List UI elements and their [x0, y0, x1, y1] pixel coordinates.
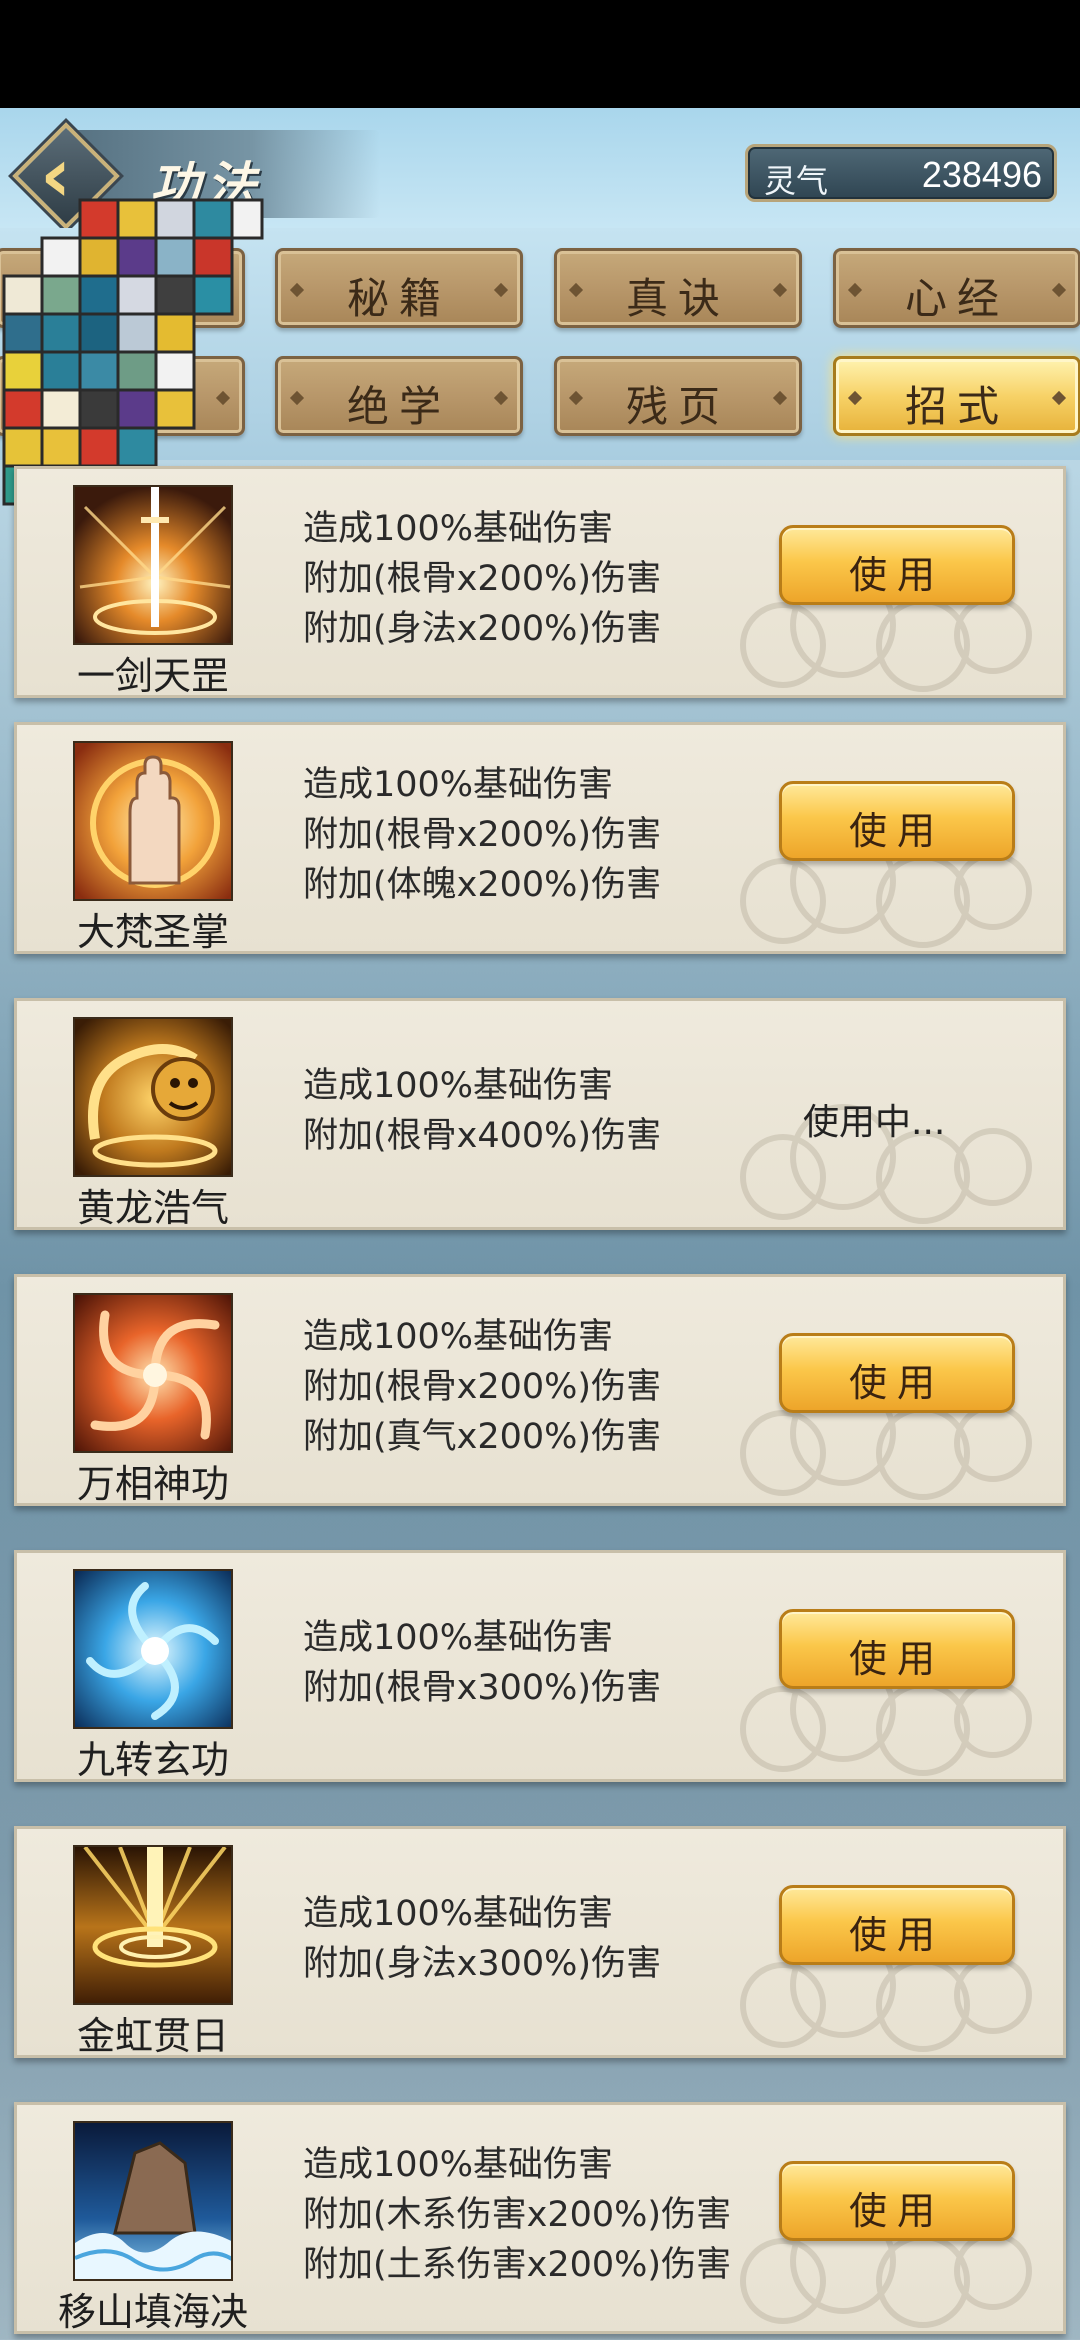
dragon-icon — [73, 1017, 233, 1177]
use-button[interactable]: 使用 — [779, 781, 1015, 861]
golden-beam-icon — [73, 1845, 233, 2005]
use-button[interactable]: 使用 — [779, 1333, 1015, 1413]
skill-description: 造成100%基础伤害 附加(根骨x200%)伤害 附加(真气x200%)伤害 — [303, 1277, 783, 1497]
description-line: 附加(土系伤害x200%)伤害 — [303, 2245, 732, 2285]
description-line: 造成100%基础伤害 — [303, 1618, 614, 1658]
skill-card: 金虹贯日 造成100%基础伤害 附加(身法x300%)伤害 使用 — [14, 1826, 1066, 2058]
description-line: 附加(木系伤害x200%)伤害 — [303, 2195, 732, 2235]
description-line: 附加(根骨x300%)伤害 — [303, 1668, 662, 1708]
mountain-wave-icon — [73, 2121, 233, 2281]
description-line: 造成100%基础伤害 — [303, 1894, 614, 1934]
skill-card: 黄龙浩气 造成100%基础伤害 附加(根骨x400%)伤害 使用中... — [14, 998, 1066, 1230]
skill-card: 万相神功 造成100%基础伤害 附加(根骨x200%)伤害 附加(真气x200%… — [14, 1274, 1066, 1506]
skill-description: 造成100%基础伤害 附加(根骨x200%)伤害 附加(体魄x200%)伤害 — [303, 725, 783, 945]
skill-card: 一剑天罡 造成100%基础伤害 附加(根骨x200%)伤害 附加(身法x200%… — [14, 466, 1066, 698]
currency-display: 灵气 238496 — [745, 144, 1057, 202]
skill-name: 大梵圣掌 — [76, 910, 229, 954]
description-line: 附加(真气x200%)伤害 — [303, 1417, 662, 1457]
skill-card: 九转玄功 造成100%基础伤害 附加(根骨x300%)伤害 使用 — [14, 1550, 1066, 1782]
description-line: 造成100%基础伤害 — [303, 1317, 614, 1357]
description-line: 造成100%基础伤害 — [303, 2145, 614, 2185]
tab-label: 招式 — [904, 382, 1009, 431]
skill-description: 造成100%基础伤害 附加(根骨x200%)伤害 附加(身法x200%)伤害 — [303, 469, 783, 689]
description-line: 附加(体魄x200%)伤害 — [303, 865, 662, 905]
use-button[interactable]: 使用 — [779, 2161, 1015, 2241]
currency-label: 灵气 — [764, 162, 829, 200]
skill-name: 九转玄功 — [76, 1738, 229, 1782]
tab-miji[interactable]: 秘籍 — [275, 248, 523, 328]
description-line: 造成100%基础伤害 — [303, 1066, 614, 1106]
skill-name: 万相神功 — [76, 1462, 229, 1506]
blue-vortex-icon — [73, 1569, 233, 1729]
use-button[interactable]: 使用 — [779, 1609, 1015, 1689]
skill-name: 金虹贯日 — [76, 2014, 229, 2058]
skill-description: 造成100%基础伤害 附加(身法x300%)伤害 — [303, 1829, 783, 2049]
skill-name: 黄龙浩气 — [76, 1186, 229, 1230]
description-line: 造成100%基础伤害 — [303, 509, 614, 549]
currency-value: 238496 — [921, 154, 1042, 195]
use-button-label: 使用 — [848, 1361, 945, 1405]
use-button-label: 使用 — [848, 1913, 945, 1957]
sword-light-icon — [73, 485, 233, 645]
use-button-label: 使用 — [848, 553, 945, 597]
skill-card: 大梵圣掌 造成100%基础伤害 附加(根骨x200%)伤害 附加(体魄x200%… — [14, 722, 1066, 954]
skill-list[interactable]: 一剑天罡 造成100%基础伤害 附加(根骨x200%)伤害 附加(身法x200%… — [0, 460, 1080, 2340]
description-line: 附加(根骨x200%)伤害 — [303, 559, 662, 599]
description-line: 附加(根骨x200%)伤害 — [303, 1367, 662, 1407]
skill-name: 一剑天罡 — [76, 654, 229, 698]
skill-name: 移山填海决 — [57, 2290, 248, 2334]
description-line: 附加(身法x300%)伤害 — [303, 1944, 662, 1984]
tab-label: 绝学 — [346, 382, 451, 431]
description-line: 附加(身法x200%)伤害 — [303, 609, 662, 649]
use-button-label: 使用 — [848, 2189, 945, 2233]
tab-label: 真诀 — [625, 274, 730, 323]
tab-canye[interactable]: 残页 — [554, 356, 802, 436]
tab-xinjing[interactable]: 心经 — [833, 248, 1080, 328]
tab-zhaoshi[interactable]: 招式 — [833, 356, 1080, 436]
fire-swirl-icon — [73, 1293, 233, 1453]
tab-juexue[interactable]: 绝学 — [275, 356, 523, 436]
skill-card: 移山填海决 造成100%基础伤害 附加(木系伤害x200%)伤害 附加(土系伤害… — [14, 2102, 1066, 2334]
use-button-label: 使用 — [848, 809, 945, 853]
skill-description: 造成100%基础伤害 附加(木系伤害x200%)伤害 附加(土系伤害x200%)… — [303, 2105, 783, 2325]
in-use-status: 使用中... — [803, 1102, 946, 1143]
tab-label: 心经 — [904, 274, 1009, 323]
description-line: 造成100%基础伤害 — [303, 765, 614, 805]
tab-label: 秘籍 — [346, 274, 451, 323]
use-button[interactable]: 使用 — [779, 525, 1015, 605]
skill-description: 造成100%基础伤害 附加(根骨x300%)伤害 — [303, 1553, 783, 1773]
tab-zhenjue[interactable]: 真诀 — [554, 248, 802, 328]
description-line: 附加(根骨x200%)伤害 — [303, 815, 662, 855]
tab-label: 残页 — [625, 382, 730, 431]
description-line: 附加(根骨x400%)伤害 — [303, 1116, 662, 1156]
skill-description: 造成100%基础伤害 附加(根骨x400%)伤害 — [303, 1001, 783, 1221]
use-button[interactable]: 使用 — [779, 1885, 1015, 1965]
use-button-label: 使用 — [848, 1637, 945, 1681]
status-bar — [0, 0, 1080, 108]
palm-icon — [73, 741, 233, 901]
